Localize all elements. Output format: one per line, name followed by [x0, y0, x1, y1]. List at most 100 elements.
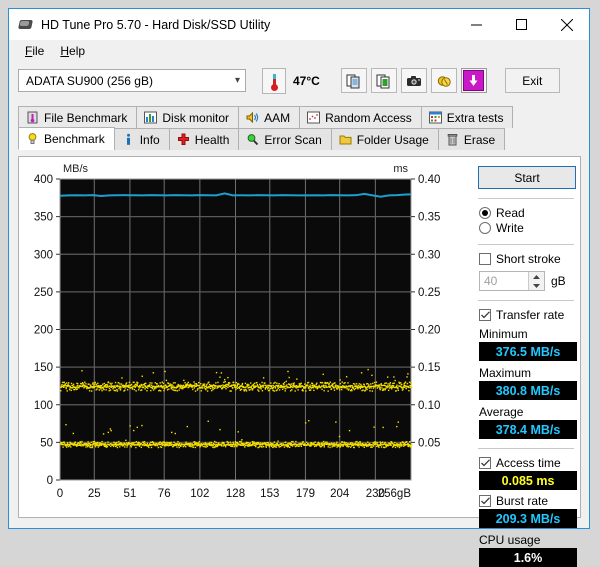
scatter-icon: [307, 111, 321, 124]
svg-text:0.10: 0.10: [418, 400, 440, 412]
close-button[interactable]: [544, 9, 589, 40]
checkbox-transfer-rate-control[interactable]: [479, 309, 491, 321]
tab-health[interactable]: Health: [168, 128, 240, 150]
cpu-usage-label: CPU usage: [479, 533, 541, 547]
tab-folder-usage[interactable]: Folder Usage: [330, 128, 439, 150]
coins-icon[interactable]: [430, 68, 457, 93]
access-time-value: 0.085 ms: [479, 471, 577, 490]
temperature-display: 47°C: [262, 67, 320, 94]
radio-read-control[interactable]: [479, 207, 491, 219]
stepper-arrows[interactable]: [528, 272, 544, 290]
benchmark-panel: MB/s ms 0 50 100 150 200 250 300 350 400 0.05 0.10 0.…: [18, 156, 581, 567]
copy-icon[interactable]: [340, 68, 367, 93]
minimum-label: Minimum: [479, 327, 528, 341]
checkbox-transfer-rate[interactable]: Transfer rate: [479, 308, 575, 322]
maximum-label: Maximum: [479, 366, 532, 380]
checkbox-burst-rate-label: Burst rate: [496, 494, 549, 508]
svg-text:0.35: 0.35: [418, 212, 440, 224]
tab-extra-tests[interactable]: Extra tests: [420, 106, 514, 128]
drive-select-value: ADATA SU900 (256 gB): [26, 73, 153, 88]
svg-text:200: 200: [34, 325, 53, 337]
tab-info-label: Info: [139, 132, 160, 147]
checkbox-access-time-control[interactable]: [479, 457, 491, 469]
svg-text:50: 50: [40, 437, 53, 449]
average-value: 378.4 MB/s: [479, 420, 577, 439]
short-stroke-size-row: 40 gB: [479, 271, 575, 291]
short-stroke-stepper[interactable]: 40: [479, 271, 545, 291]
tab-file-benchmark-label: File Benchmark: [44, 110, 128, 125]
radio-write-label: Write: [496, 221, 524, 235]
menu-bar: File Help: [9, 40, 589, 61]
tab-aam[interactable]: AAM: [238, 106, 301, 128]
checkbox-burst-rate-control[interactable]: [479, 495, 491, 507]
svg-text:250: 250: [34, 287, 53, 299]
magnifier-icon: [246, 133, 259, 146]
svg-text:179: 179: [296, 488, 315, 500]
download-icon[interactable]: [460, 68, 487, 93]
tab-file-benchmark[interactable]: File Benchmark: [18, 106, 138, 128]
tab-erase[interactable]: Erase: [437, 128, 506, 150]
checkbox-short-stroke-label: Short stroke: [496, 252, 561, 266]
svg-text:400: 400: [34, 174, 53, 186]
lightbulb-icon: [26, 132, 39, 145]
drive-select[interactable]: ADATA SU900 (256 gB) ▾: [18, 69, 246, 92]
exit-button[interactable]: Exit: [504, 68, 560, 93]
radio-write-control[interactable]: [479, 222, 491, 234]
checkbox-short-stroke[interactable]: Short stroke: [479, 252, 575, 266]
minimum-value: 376.5 MB/s: [479, 342, 577, 361]
svg-text:0: 0: [57, 488, 63, 500]
minimize-button[interactable]: [454, 9, 499, 40]
tab-row-top: File Benchmark Disk monitor AAM Random A…: [18, 106, 581, 128]
tab-folder-usage-label: Folder Usage: [356, 132, 429, 147]
tab-info[interactable]: Info: [113, 128, 170, 150]
svg-text:MB/s: MB/s: [63, 163, 89, 175]
tab-disk-monitor-label: Disk monitor: [162, 110, 230, 125]
tab-bars: File Benchmark Disk monitor AAM Random A…: [18, 106, 581, 151]
toolbar: ADATA SU900 (256 gB) ▾ 47°C Exit: [9, 61, 589, 100]
divider: [478, 244, 574, 245]
checkbox-access-time[interactable]: Access time: [479, 456, 575, 470]
trash-icon: [446, 133, 459, 146]
tab-random-access[interactable]: Random Access: [299, 106, 422, 128]
checkbox-short-stroke-control[interactable]: [479, 253, 491, 265]
stepper-down-icon[interactable]: [529, 281, 544, 290]
svg-text:ms: ms: [393, 163, 408, 175]
burst-rate-value: 209.3 MB/s: [479, 509, 577, 528]
camera-icon[interactable]: [400, 68, 427, 93]
cross-icon: [177, 133, 190, 146]
maximize-button[interactable]: [499, 9, 544, 40]
tab-error-scan-label: Error Scan: [264, 132, 322, 147]
hard-disk-icon: [18, 17, 34, 33]
tab-benchmark[interactable]: Benchmark: [18, 127, 115, 150]
speaker-icon: [246, 111, 259, 124]
stepper-up-icon[interactable]: [529, 272, 544, 281]
radio-read-label: Read: [496, 206, 525, 220]
menu-file[interactable]: File: [18, 42, 53, 60]
benchmark-options: Start Read Write Short stroke 40 gB Tran…: [469, 157, 581, 567]
start-button[interactable]: Start: [478, 166, 576, 189]
window-title: HD Tune Pro 5.70 - Hard Disk/SSD Utility: [41, 17, 271, 32]
svg-text:0.05: 0.05: [418, 437, 440, 449]
average-label: Average: [479, 405, 524, 419]
short-stroke-value[interactable]: 40: [480, 272, 528, 290]
folder-icon: [339, 133, 352, 146]
menu-help[interactable]: Help: [53, 42, 94, 60]
thermometer-icon: [262, 67, 286, 94]
svg-text:100: 100: [34, 400, 53, 412]
checkbox-burst-rate[interactable]: Burst rate: [479, 494, 575, 508]
radio-read[interactable]: Read: [479, 206, 575, 220]
divider: [478, 300, 574, 301]
svg-text:128: 128: [226, 488, 245, 500]
svg-text:51: 51: [124, 488, 137, 500]
menu-help-rest: elp: [69, 43, 86, 58]
tab-random-access-label: Random Access: [325, 110, 412, 125]
bar-chart-icon: [144, 111, 158, 124]
svg-text:76: 76: [158, 488, 171, 500]
radio-write[interactable]: Write: [479, 221, 575, 235]
tab-extra-tests-label: Extra tests: [446, 110, 504, 125]
tab-error-scan[interactable]: Error Scan: [238, 128, 332, 150]
tab-disk-monitor[interactable]: Disk monitor: [136, 106, 240, 128]
divider: [478, 448, 574, 449]
tab-row-bottom: Benchmark Info Health Error Scan Folder …: [18, 127, 581, 150]
copy-sheet-icon[interactable]: [370, 68, 397, 93]
